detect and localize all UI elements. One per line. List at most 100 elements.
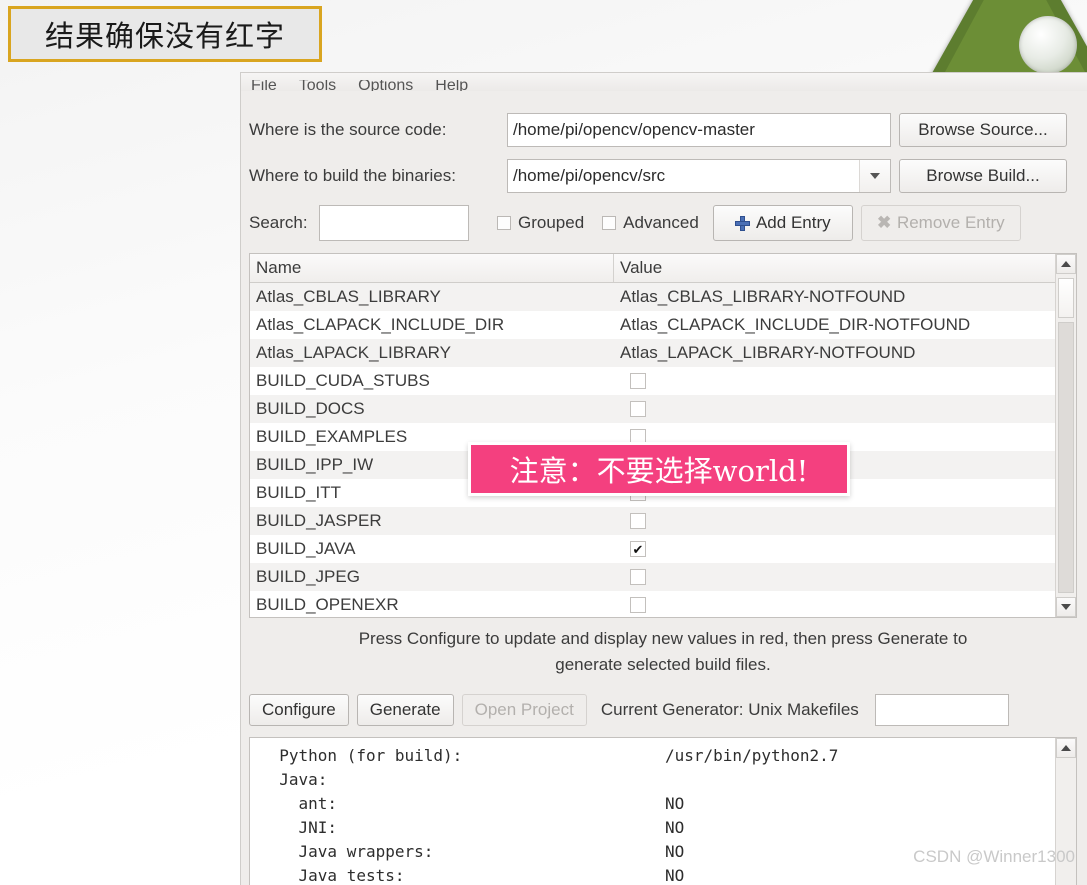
cache-entry-checkbox[interactable] — [630, 401, 646, 417]
search-input[interactable] — [319, 205, 469, 241]
table-row[interactable]: Atlas_CLAPACK_INCLUDE_DIR Atlas_CLAPACK_I… — [250, 311, 1076, 339]
configure-hint-line-2: generate selected build files. — [555, 655, 771, 674]
configure-hint-line-1: Press Configure to update and display ne… — [358, 629, 968, 648]
table-row[interactable]: Atlas_CBLAS_LIBRARY Atlas_CBLAS_LIBRARY-N… — [250, 283, 1076, 311]
menu-item-tools[interactable]: Tools — [299, 80, 336, 91]
action-bar: Configure Generate Open Project Current … — [249, 693, 1077, 727]
cache-entry-name: BUILD_OPENEXR — [256, 595, 399, 614]
table-row[interactable]: BUILD_JAVA ✔ — [250, 535, 1076, 563]
menu-item-file[interactable]: File — [251, 80, 277, 91]
source-code-row: Where is the source code: /home/pi/openc… — [249, 113, 1077, 147]
add-entry-label: Add Entry — [755, 213, 831, 232]
browse-source-button[interactable]: Browse Source... — [899, 113, 1067, 147]
current-generator-label: Current Generator: Unix Makefiles — [600, 700, 859, 719]
console-line-key: Java tests: — [260, 866, 405, 885]
cache-entry-name: Atlas_CBLAS_LIBRARY — [256, 287, 441, 306]
column-header-name[interactable]: Name — [250, 254, 614, 282]
cmake-logo-triangle-icon — [927, 0, 1087, 82]
cache-entry-checkbox[interactable] — [630, 373, 646, 389]
cache-entry-name: BUILD_JASPER — [256, 511, 382, 530]
advanced-checkbox[interactable] — [602, 216, 617, 230]
console-line-value: NO — [665, 866, 685, 885]
browse-source-label: Browse Source... — [918, 120, 1048, 139]
cmake-logo-triangle-highlight-icon — [945, 0, 1085, 72]
console-line-key: Java wrappers: — [260, 842, 434, 861]
cache-entry-checkbox[interactable] — [630, 569, 646, 585]
cmake-logo-sphere-icon — [1019, 16, 1077, 74]
annotation-note-top: 结果确保没有红字 — [8, 6, 322, 62]
cache-entry-name: Atlas_CLAPACK_INCLUDE_DIR — [256, 315, 505, 334]
advanced-label: Advanced — [623, 213, 699, 232]
table-row[interactable]: BUILD_JPEG — [250, 563, 1076, 591]
console-line-value: NO — [665, 842, 685, 861]
search-label: Search: — [249, 213, 308, 232]
table-row[interactable]: BUILD_DOCS — [250, 395, 1076, 423]
cache-entry-value[interactable]: Atlas_LAPACK_LIBRARY-NOTFOUND — [614, 343, 1076, 363]
console-scroll-up-icon[interactable] — [1056, 738, 1076, 758]
generate-button[interactable]: Generate — [356, 694, 454, 726]
console-line-value: /usr/bin/python2.7 — [665, 746, 839, 765]
cache-entry-value[interactable]: ✔ — [614, 541, 1076, 557]
column-header-value[interactable]: Value — [614, 254, 1076, 282]
cache-entry-name: BUILD_DOCS — [256, 399, 365, 418]
configure-label: Configure — [262, 700, 336, 719]
console-line: JNI: NO — [260, 816, 1056, 840]
annotation-note-pink-text: 注意：不要选择world! — [509, 454, 809, 488]
generate-label: Generate — [369, 700, 441, 719]
cache-entry-name: BUILD_JAVA — [256, 539, 356, 558]
source-code-input[interactable]: /home/pi/opencv/opencv-master — [507, 113, 891, 147]
menu-bar: File Tools Options Help — [241, 73, 1087, 91]
open-project-label: Open Project — [474, 700, 574, 719]
cache-entry-value[interactable] — [614, 373, 1076, 389]
menu-item-options[interactable]: Options — [358, 80, 413, 91]
scroll-down-icon[interactable] — [1056, 597, 1076, 617]
table-row[interactable]: BUILD_JASPER — [250, 507, 1076, 535]
plus-icon — [734, 215, 750, 231]
browse-build-label: Browse Build... — [926, 166, 1040, 185]
grouped-label: Grouped — [518, 213, 585, 232]
source-code-label: Where is the source code: — [249, 120, 447, 139]
table-row[interactable]: BUILD_OPENEXR — [250, 591, 1076, 617]
console-line: ant: NO — [260, 792, 1056, 816]
cache-entry-value[interactable] — [614, 569, 1076, 585]
cache-entry-value[interactable] — [614, 401, 1076, 417]
console-line-key: JNI: — [260, 818, 338, 837]
scrollbar-thumb[interactable] — [1058, 278, 1074, 318]
cache-entry-checkbox[interactable] — [630, 513, 646, 529]
csdn-watermark: CSDN @Winner1300 — [913, 847, 1075, 866]
build-binaries-input[interactable]: /home/pi/opencv/src — [508, 160, 859, 192]
console-line-key: Java: — [260, 770, 328, 789]
table-header: Name Value — [250, 254, 1076, 283]
build-binaries-row: Where to build the binaries: /home/pi/op… — [249, 159, 1077, 193]
cache-entry-value[interactable] — [614, 513, 1076, 529]
cache-entry-checkbox[interactable] — [630, 597, 646, 613]
console-line: Java tests: NO — [260, 864, 1056, 885]
build-binaries-combobox[interactable]: /home/pi/opencv/src — [507, 159, 891, 193]
scroll-up-icon[interactable] — [1056, 254, 1076, 274]
add-entry-button[interactable]: Add Entry — [712, 205, 853, 241]
cache-entry-value[interactable]: Atlas_CLAPACK_INCLUDE_DIR-NOTFOUND — [614, 315, 1076, 335]
scrollbar-track[interactable] — [1058, 322, 1074, 593]
cache-entry-name: BUILD_CUDA_STUBS — [256, 371, 430, 390]
table-row[interactable]: Atlas_LAPACK_LIBRARY Atlas_LAPACK_LIBRARY… — [250, 339, 1076, 367]
cache-entry-value[interactable] — [614, 597, 1076, 613]
screenshot-background: 结果确保没有红字 File Tools Options Help Where i… — [0, 0, 1087, 885]
table-scrollbar[interactable] — [1055, 254, 1076, 617]
configure-hint: Press Configure to update and display ne… — [249, 626, 1077, 678]
cache-variables-table: Name Value Atlas_CBLAS_LIBRARY Atlas_CBLA… — [249, 253, 1077, 618]
generator-field[interactable] — [874, 694, 1009, 726]
cache-entry-value[interactable]: Atlas_CBLAS_LIBRARY-NOTFOUND — [614, 287, 1076, 307]
remove-entry-label: Remove Entry — [896, 213, 1005, 232]
grouped-checkbox[interactable] — [497, 216, 511, 230]
console-line-value: NO — [665, 794, 685, 813]
menu-item-help[interactable]: Help — [435, 80, 468, 91]
console-line: Python (for build): /usr/bin/python2.7 — [260, 744, 1056, 768]
table-row[interactable]: BUILD_CUDA_STUBS — [250, 367, 1076, 395]
browse-build-button[interactable]: Browse Build... — [899, 159, 1067, 193]
chevron-down-icon[interactable] — [859, 160, 890, 192]
configure-button[interactable]: Configure — [249, 694, 349, 726]
cache-entry-checkbox[interactable]: ✔ — [630, 541, 646, 557]
console-line: Java: — [260, 768, 1056, 792]
console-line-value: NO — [665, 818, 685, 837]
cross-icon: ✖ — [876, 213, 892, 232]
